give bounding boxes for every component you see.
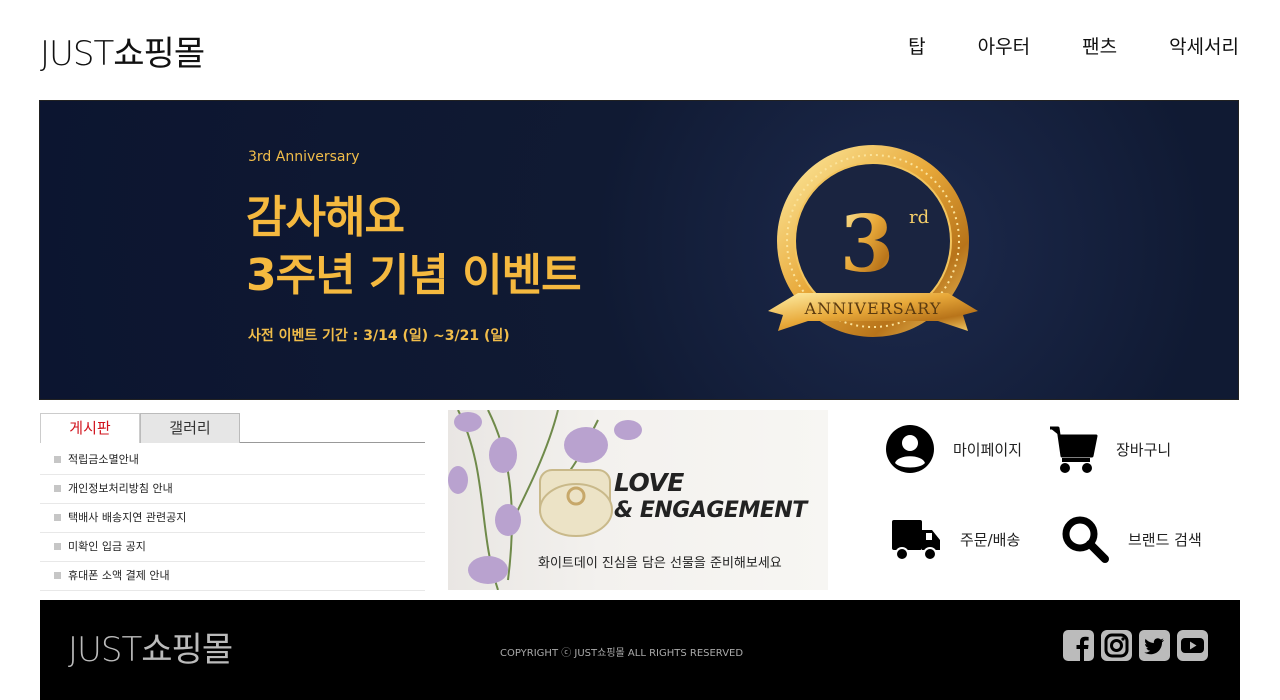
twitter-icon[interactable]	[1139, 630, 1170, 661]
tab-gallery[interactable]: 갤러리	[140, 413, 240, 443]
promo-banner[interactable]: LOVE & ENGAGEMENT 화이트데이 진심을 담은 선물을 준비해보세…	[448, 410, 828, 590]
anniversary-badge: 3 rd ANNIVERSARY	[768, 145, 978, 337]
truck-icon	[892, 520, 940, 561]
banner-title-line2: 3주년 기념 이벤트	[246, 250, 582, 301]
nav-top[interactable]: 탑	[908, 32, 925, 59]
banner-date: 사전 이벤트 기간 : 3/14 (일) ~3/21 (일)	[248, 328, 510, 344]
promo-line2: & ENGAGEMENT	[614, 498, 807, 523]
badge-suffix: rd	[909, 207, 929, 228]
site-logo[interactable]: JUST쇼핑몰	[40, 26, 205, 75]
event-banner[interactable]: 3rd Anniversary 감사해요 3주년 기념 이벤트 사전 이벤트 기…	[39, 100, 1239, 400]
cart-icon	[1050, 426, 1098, 473]
order-delivery-label: 주문/배송	[960, 530, 1021, 549]
board-list: 적립금소멸안내 개인정보처리방침 안내 택배사 배송지연 관련공지 미확인 입금…	[40, 446, 425, 591]
mypage-label: 마이페이지	[953, 440, 1023, 459]
board-tabs: 게시판 갤러리	[40, 413, 425, 443]
order-delivery-button[interactable]: 주문/배송	[890, 514, 1020, 564]
main-nav: 탑 아우터 팬츠 악세서리	[856, 32, 1239, 59]
banner-title-line1: 감사해요	[246, 192, 405, 243]
brand-search-label: 브랜드 검색	[1128, 530, 1202, 549]
nav-pants[interactable]: 팬츠	[1082, 32, 1117, 59]
youtube-icon[interactable]	[1177, 630, 1208, 661]
list-item[interactable]: 적립금소멸안내	[40, 446, 425, 475]
banner-title: 감사해요 3주년 기념 이벤트	[246, 189, 582, 305]
cart-label: 장바구니	[1116, 440, 1172, 459]
quick-menu: 마이페이지 장바구니 주문/배송 브랜드 검색	[880, 410, 1240, 590]
search-icon	[1062, 516, 1109, 563]
cart-button[interactable]: 장바구니	[1048, 424, 1171, 474]
list-item[interactable]: 휴대폰 소액 결제 안내	[40, 562, 425, 591]
list-item[interactable]: 택배사 배송지연 관련공지	[40, 504, 425, 533]
content-area: 게시판 갤러리 적립금소멸안내 개인정보처리방침 안내 택배사 배송지연 관련공…	[40, 410, 1240, 600]
site-footer: JUST쇼핑몰 COPYRIGHT ⓒ JUST쇼핑몰 ALL RIGHTS R…	[40, 600, 1240, 700]
social-links	[1063, 630, 1208, 661]
copyright-text: COPYRIGHT ⓒ JUST쇼핑몰 ALL RIGHTS RESERVED	[500, 648, 744, 659]
brand-search-button[interactable]: 브랜드 검색	[1060, 514, 1202, 564]
badge-number: 3	[840, 199, 894, 290]
badge-ribbon-text: ANNIVERSARY	[804, 299, 942, 318]
tab-board[interactable]: 게시판	[40, 413, 140, 443]
list-item[interactable]: 개인정보처리방침 안내	[40, 475, 425, 504]
banner-subtitle: 3rd Anniversary	[248, 149, 360, 165]
footer-logo[interactable]: JUST쇼핑몰	[68, 622, 233, 671]
nav-outer[interactable]: 아우터	[978, 32, 1030, 59]
promo-caption: 화이트데이 진심을 담은 선물을 준비해보세요	[538, 556, 782, 571]
instagram-icon[interactable]	[1101, 630, 1132, 661]
nav-accessory[interactable]: 악세서리	[1169, 32, 1239, 59]
list-item[interactable]: 미확인 입금 공지	[40, 533, 425, 562]
facebook-icon[interactable]	[1063, 630, 1094, 661]
site-header: JUST쇼핑몰 탑 아우터 팬츠 악세서리	[0, 0, 1280, 100]
user-icon	[886, 425, 934, 473]
mypage-button[interactable]: 마이페이지	[885, 424, 1022, 474]
promo-line1: LOVE	[614, 468, 684, 497]
